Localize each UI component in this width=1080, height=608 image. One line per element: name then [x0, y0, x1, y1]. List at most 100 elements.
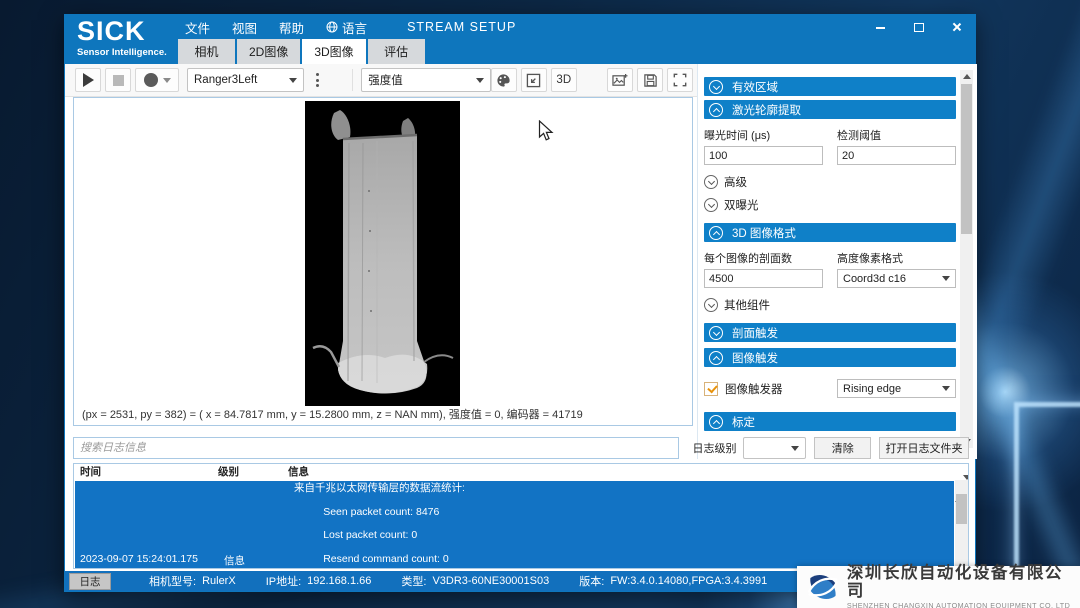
column-message: 信息	[288, 464, 968, 479]
display-mode-select[interactable]: 强度值	[361, 68, 490, 92]
image-trigger-row: 图像触发器 Rising edge	[704, 379, 956, 398]
record-icon	[144, 73, 158, 87]
tab-evaluation[interactable]: 评估	[368, 39, 425, 64]
chevron-up-icon	[709, 103, 723, 117]
image-trigger-checkbox[interactable]	[704, 382, 718, 396]
scrollbar-thumb[interactable]	[961, 84, 972, 234]
ip-label: IP地址:	[266, 573, 301, 589]
image-trigger-label: 图像触发器	[725, 381, 783, 397]
toolbar: Ranger3Left 强度值	[65, 64, 697, 97]
chevron-down-icon	[942, 276, 950, 281]
exposure-time-label: 曝光时间 (μs)	[704, 127, 823, 143]
camera-model-value: RulerX	[202, 575, 236, 587]
log-panel: 日志级别 清除 打开日志文件夹 时间 级别 信息 来自千兆以太网传输层的数据流统…	[73, 437, 969, 571]
fullscreen-button[interactable]	[667, 68, 693, 92]
company-name: 深圳长欣自动化设备有限公司 SHENZHEN CHANGXIN AUTOMATI…	[847, 564, 1080, 608]
title-area: 文件 视图 帮助 语言 STREAM SETUP 相机 2D图像 3D图像	[65, 15, 975, 64]
save-image-button[interactable]	[607, 68, 633, 92]
column-time: 时间	[74, 464, 218, 479]
scroll-up-icon[interactable]	[960, 70, 973, 83]
tab-camera[interactable]: 相机	[178, 39, 235, 64]
exposure-time-input[interactable]	[704, 146, 823, 165]
open-log-folder-button[interactable]: 打开日志文件夹	[879, 437, 969, 459]
log-level-badge: 信息	[224, 553, 245, 568]
clear-log-button[interactable]: 清除	[814, 437, 871, 459]
image-viewport[interactable]: (px = 2531, py = 382) = ( x = 84.7817 mm…	[73, 97, 693, 426]
close-icon[interactable]	[951, 21, 963, 33]
record-button[interactable]	[135, 68, 179, 92]
advanced-expander[interactable]: 高级	[704, 174, 956, 190]
profiles-per-image-label: 每个图像的剖面数	[704, 250, 823, 266]
log-toggle-button[interactable]: 日志	[69, 573, 111, 590]
changxin-logo-icon	[805, 569, 841, 605]
version-label: 版本:	[579, 573, 604, 589]
fit-view-button[interactable]	[521, 68, 547, 92]
palette-icon	[496, 73, 511, 88]
section-active-area[interactable]: 有效区域	[704, 77, 956, 96]
section-image-trigger[interactable]: 图像触发	[704, 348, 956, 367]
chevron-down-icon	[709, 80, 723, 94]
app-window: 文件 视图 帮助 语言 STREAM SETUP 相机 2D图像 3D图像	[64, 14, 976, 592]
company-name-en: SHENZHEN CHANGXIN AUTOMATION EQUIPMENT C…	[847, 601, 1080, 608]
add-image-icon	[612, 73, 628, 88]
3d-view-button[interactable]: 3D	[551, 68, 577, 92]
camera-select[interactable]: Ranger3Left	[187, 68, 304, 92]
3d-scan-image	[305, 101, 460, 406]
play-button[interactable]	[75, 68, 101, 92]
log-timestamp: 2023-09-07 15:24:01.175	[80, 553, 198, 565]
stop-icon	[113, 75, 124, 86]
log-table: 时间 级别 信息 来自千兆以太网传输层的数据流统计: Seen packet c…	[73, 463, 969, 569]
save-icon	[643, 73, 658, 88]
camera-options-button[interactable]	[304, 68, 330, 92]
company-watermark: 深圳长欣自动化设备有限公司 SHENZHEN CHANGXIN AUTOMATI…	[797, 566, 1080, 608]
log-entry-selected[interactable]: 来自千兆以太网传输层的数据流统计: Seen packet count: 847…	[75, 481, 954, 569]
height-pixel-format-select[interactable]: Coord3d c16	[837, 269, 956, 288]
chevron-down-icon	[704, 198, 718, 212]
section-calibration[interactable]: 标定	[704, 412, 956, 431]
detection-threshold-input[interactable]	[837, 146, 956, 165]
chevron-down-icon	[704, 175, 718, 189]
stop-button[interactable]	[105, 68, 131, 92]
window-controls	[875, 21, 963, 33]
format3d-fields: 每个图像的剖面数 高度像素格式 Coord3d c16	[704, 242, 956, 288]
log-scrollbar[interactable]	[955, 480, 968, 567]
section-laser-extraction[interactable]: 激光轮廓提取	[704, 100, 956, 119]
viewer-column: Ranger3Left 强度值	[65, 64, 697, 459]
dual-exposure-expander[interactable]: 双曝光	[704, 197, 956, 213]
chevron-down-icon	[709, 326, 723, 340]
menu-view[interactable]: 视图	[232, 18, 257, 37]
chevron-down-icon	[791, 446, 799, 451]
log-table-header: 时间 级别 信息	[74, 464, 968, 479]
settings-scrollbar[interactable]	[960, 70, 973, 448]
menu-help[interactable]: 帮助	[279, 18, 304, 37]
tab-3d-image[interactable]: 3D图像	[302, 39, 365, 64]
desktop-window-logo-glow	[1014, 402, 1080, 577]
window-title: STREAM SETUP	[407, 20, 516, 34]
camera-model-label: 相机型号:	[149, 573, 196, 589]
tab-2d-image[interactable]: 2D图像	[237, 39, 300, 64]
save-buffer-button[interactable]	[637, 68, 663, 92]
other-components-expander[interactable]: 其他组件	[704, 297, 956, 313]
menu-language[interactable]: 语言	[326, 18, 367, 37]
chevron-down-icon	[163, 78, 171, 83]
chevron-up-icon	[709, 415, 723, 429]
company-name-cn: 深圳长欣自动化设备有限公司	[847, 564, 1080, 600]
log-search-input[interactable]	[73, 437, 679, 459]
version-value: FW:3.4.0.14080,FPGA:3.4.3991	[610, 575, 767, 587]
minimize-icon[interactable]	[875, 21, 887, 33]
column-level: 级别	[218, 464, 288, 479]
chevron-down-icon	[942, 386, 950, 391]
section-3d-image-format[interactable]: 3D 图像格式	[704, 223, 956, 242]
menu-file[interactable]: 文件	[185, 18, 210, 37]
log-level-select[interactable]	[743, 437, 807, 459]
scrollbar-thumb[interactable]	[956, 494, 967, 524]
height-pixel-format-label: 高度像素格式	[837, 250, 956, 266]
palette-button[interactable]	[491, 68, 517, 92]
section-profile-trigger[interactable]: 剖面触发	[704, 323, 956, 342]
settings-sections: 有效区域 激光轮廓提取 曝光时间 (μs) 检测阈值	[704, 77, 956, 431]
trigger-edge-select[interactable]: Rising edge	[837, 379, 956, 398]
play-icon	[83, 73, 94, 87]
profiles-per-image-input[interactable]	[704, 269, 823, 288]
maximize-icon[interactable]	[913, 21, 925, 33]
pixel-coordinates-readout: (px = 2531, py = 382) = ( x = 84.7817 mm…	[82, 406, 583, 422]
